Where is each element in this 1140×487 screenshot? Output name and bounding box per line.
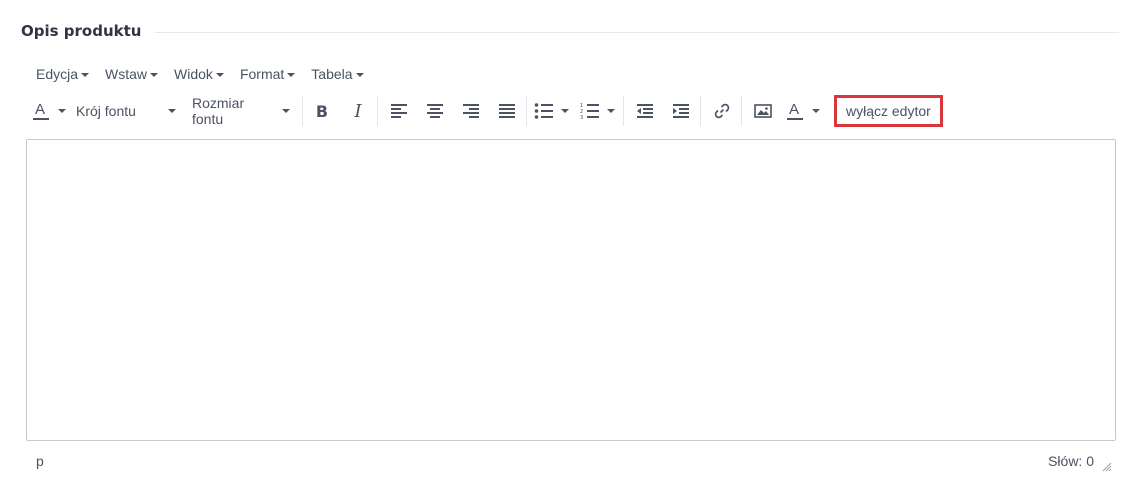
align-left-button[interactable]	[384, 96, 414, 126]
caret-down-icon	[607, 109, 615, 113]
numbered-list-dropdown[interactable]	[603, 96, 619, 126]
disable-editor-label: wyłącz edytor	[846, 103, 931, 119]
align-left-icon	[391, 104, 407, 118]
font-size-select[interactable]: Rozmiar fontu	[184, 95, 298, 127]
caret-down-icon	[282, 109, 290, 113]
font-family-select[interactable]: Krój fontu	[70, 96, 184, 126]
toolbar-separator	[302, 96, 303, 126]
word-count: Słów: 0	[1048, 453, 1094, 469]
insert-image-button[interactable]	[748, 96, 778, 126]
caret-down-icon	[355, 72, 364, 77]
svg-text:3: 3	[580, 115, 583, 120]
numbered-list-button[interactable]: 1 2 3	[577, 96, 603, 126]
menu-label: Edycja	[36, 66, 79, 82]
resize-handle-icon[interactable]	[1100, 460, 1112, 472]
menu-label: Wstaw	[105, 66, 148, 82]
editor-statusbar: p Słów: 0	[26, 448, 1116, 474]
disable-editor-button[interactable]: wyłącz edytor	[834, 95, 943, 127]
image-icon	[754, 104, 772, 118]
insert-link-button[interactable]	[707, 96, 737, 126]
menu-label: Widok	[174, 66, 213, 82]
text-color-icon: A	[33, 101, 49, 120]
align-right-button[interactable]	[456, 96, 486, 126]
bg-color-letter: A	[789, 101, 799, 118]
caret-down-icon	[812, 109, 820, 113]
align-center-icon	[427, 104, 443, 118]
caret-down-icon	[168, 109, 176, 113]
caret-down-icon	[58, 109, 66, 113]
menu-edycja[interactable]: Edycja	[28, 62, 97, 86]
align-justify-icon	[499, 104, 515, 118]
outdent-button[interactable]	[630, 96, 660, 126]
editor-content-area[interactable]	[26, 139, 1116, 441]
editor-toolbar: A Krój fontu Rozmiar fontu B I 1 2 3 A w…	[28, 94, 1118, 128]
font-size-label: Rozmiar fontu	[192, 95, 245, 127]
caret-down-icon	[215, 72, 224, 77]
menu-label: Format	[239, 66, 285, 82]
numbered-list-icon: 1 2 3	[580, 103, 599, 120]
statusbar-right: Słów: 0	[1048, 450, 1116, 472]
element-path[interactable]: p	[26, 453, 44, 469]
align-justify-button[interactable]	[492, 96, 522, 126]
toolbar-separator	[526, 96, 527, 126]
section-divider	[155, 31, 1119, 33]
caret-down-icon	[287, 72, 296, 77]
toolbar-separator	[741, 96, 742, 126]
font-family-label: Krój fontu	[76, 103, 136, 119]
svg-text:B: B	[316, 102, 328, 121]
bold-icon: B	[316, 102, 328, 121]
toolbar-separator	[377, 96, 378, 126]
align-center-button[interactable]	[420, 96, 450, 126]
caret-down-icon	[150, 72, 159, 77]
menu-tabela[interactable]: Tabela	[303, 62, 371, 86]
caret-down-icon	[561, 109, 569, 113]
menu-widok[interactable]: Widok	[166, 62, 232, 86]
italic-button[interactable]: I	[343, 96, 373, 126]
indent-button[interactable]	[666, 96, 696, 126]
text-color-button[interactable]: A	[28, 96, 54, 126]
toolbar-separator	[623, 96, 624, 126]
bullet-list-button[interactable]	[531, 96, 557, 126]
outdent-icon	[637, 104, 653, 118]
menu-format[interactable]: Format	[232, 62, 303, 86]
background-color-dropdown[interactable]	[808, 96, 824, 126]
menu-label: Tabela	[311, 66, 353, 82]
text-color-letter: A	[35, 101, 45, 118]
indent-icon	[673, 104, 689, 118]
toolbar-separator	[700, 96, 701, 126]
italic-icon: I	[353, 101, 362, 121]
editor-menubar: Edycja Wstaw Widok Format Tabela	[28, 62, 372, 86]
text-color-dropdown[interactable]	[54, 96, 70, 126]
menu-wstaw[interactable]: Wstaw	[97, 62, 166, 86]
bullet-list-icon	[534, 103, 553, 119]
align-right-icon	[463, 104, 479, 118]
bullet-list-dropdown[interactable]	[557, 96, 573, 126]
background-color-icon: A	[787, 101, 803, 120]
section-title: Opis produktu	[21, 22, 142, 40]
background-color-button[interactable]: A	[782, 96, 808, 126]
section-header: Opis produktu	[21, 18, 1119, 44]
svg-text:I: I	[353, 101, 362, 121]
caret-down-icon	[81, 72, 90, 77]
bold-button[interactable]: B	[307, 96, 337, 126]
link-icon	[714, 103, 730, 119]
